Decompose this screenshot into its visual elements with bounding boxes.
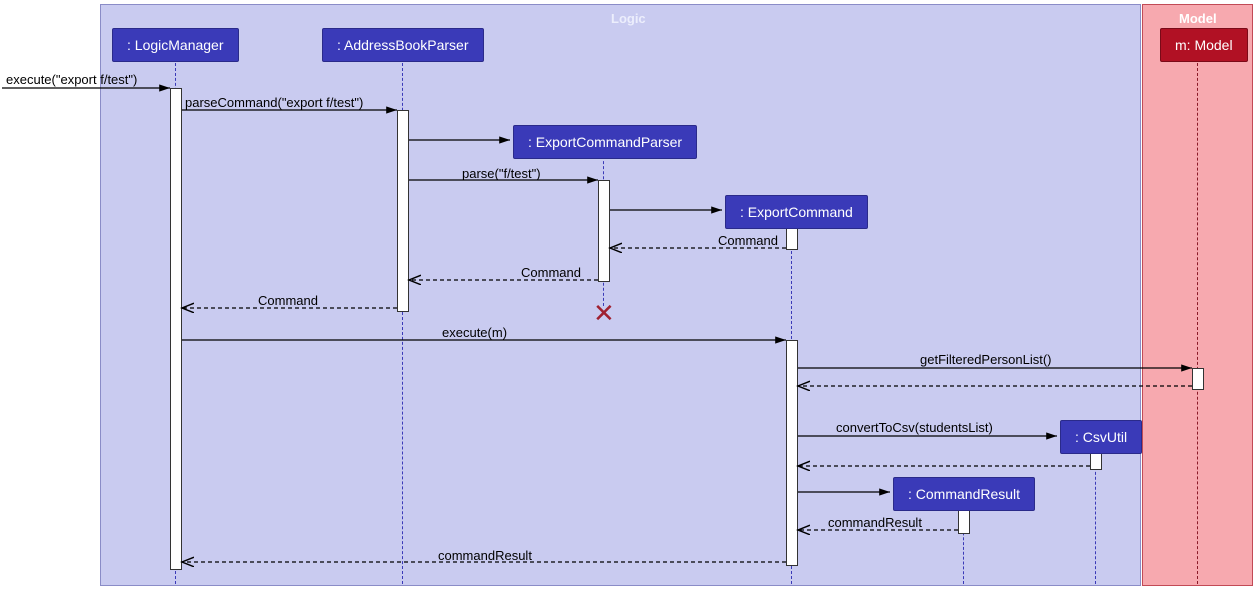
msg-return-command-1: Command	[718, 233, 778, 248]
frame-label-model: Model	[1179, 11, 1217, 26]
msg-converttocsv: convertToCsv(studentsList)	[836, 420, 993, 435]
participant-commandresult: : CommandResult	[893, 477, 1035, 511]
activation-exportcommandparser	[598, 180, 610, 282]
msg-return-commandresult-2: commandResult	[438, 548, 532, 563]
activation-model	[1192, 368, 1204, 390]
participant-addressbookparser: : AddressBookParser	[322, 28, 484, 62]
activation-addressbookparser	[397, 110, 409, 312]
lifeline-csvutil	[1095, 452, 1096, 584]
participant-exportcommand: : ExportCommand	[725, 195, 868, 229]
participant-logicmanager: : LogicManager	[112, 28, 239, 62]
msg-parse: parse("f/test")	[462, 166, 541, 181]
activation-exportcommand-2	[786, 340, 798, 566]
activation-exportcommand-1	[786, 228, 798, 250]
msg-execute-export: execute("export f/test")	[6, 72, 137, 87]
participant-csvutil: : CsvUtil	[1060, 420, 1142, 454]
frame-label-logic: Logic	[611, 11, 646, 26]
lifeline-model	[1197, 58, 1198, 584]
participant-exportcommandparser: : ExportCommandParser	[513, 125, 697, 159]
msg-return-command-2: Command	[521, 265, 581, 280]
activation-logicmanager	[170, 88, 182, 570]
msg-getfilteredpersonlist: getFilteredPersonList()	[920, 352, 1052, 367]
activation-commandresult	[958, 508, 970, 534]
participant-model: m: Model	[1160, 28, 1248, 62]
msg-return-command-3: Command	[258, 293, 318, 308]
msg-parsecommand: parseCommand("export f/test")	[185, 95, 363, 110]
destroy-exportcommandparser: ✕	[593, 300, 615, 326]
msg-execute-m: execute(m)	[442, 325, 507, 340]
msg-return-commandresult-1: commandResult	[828, 515, 922, 530]
